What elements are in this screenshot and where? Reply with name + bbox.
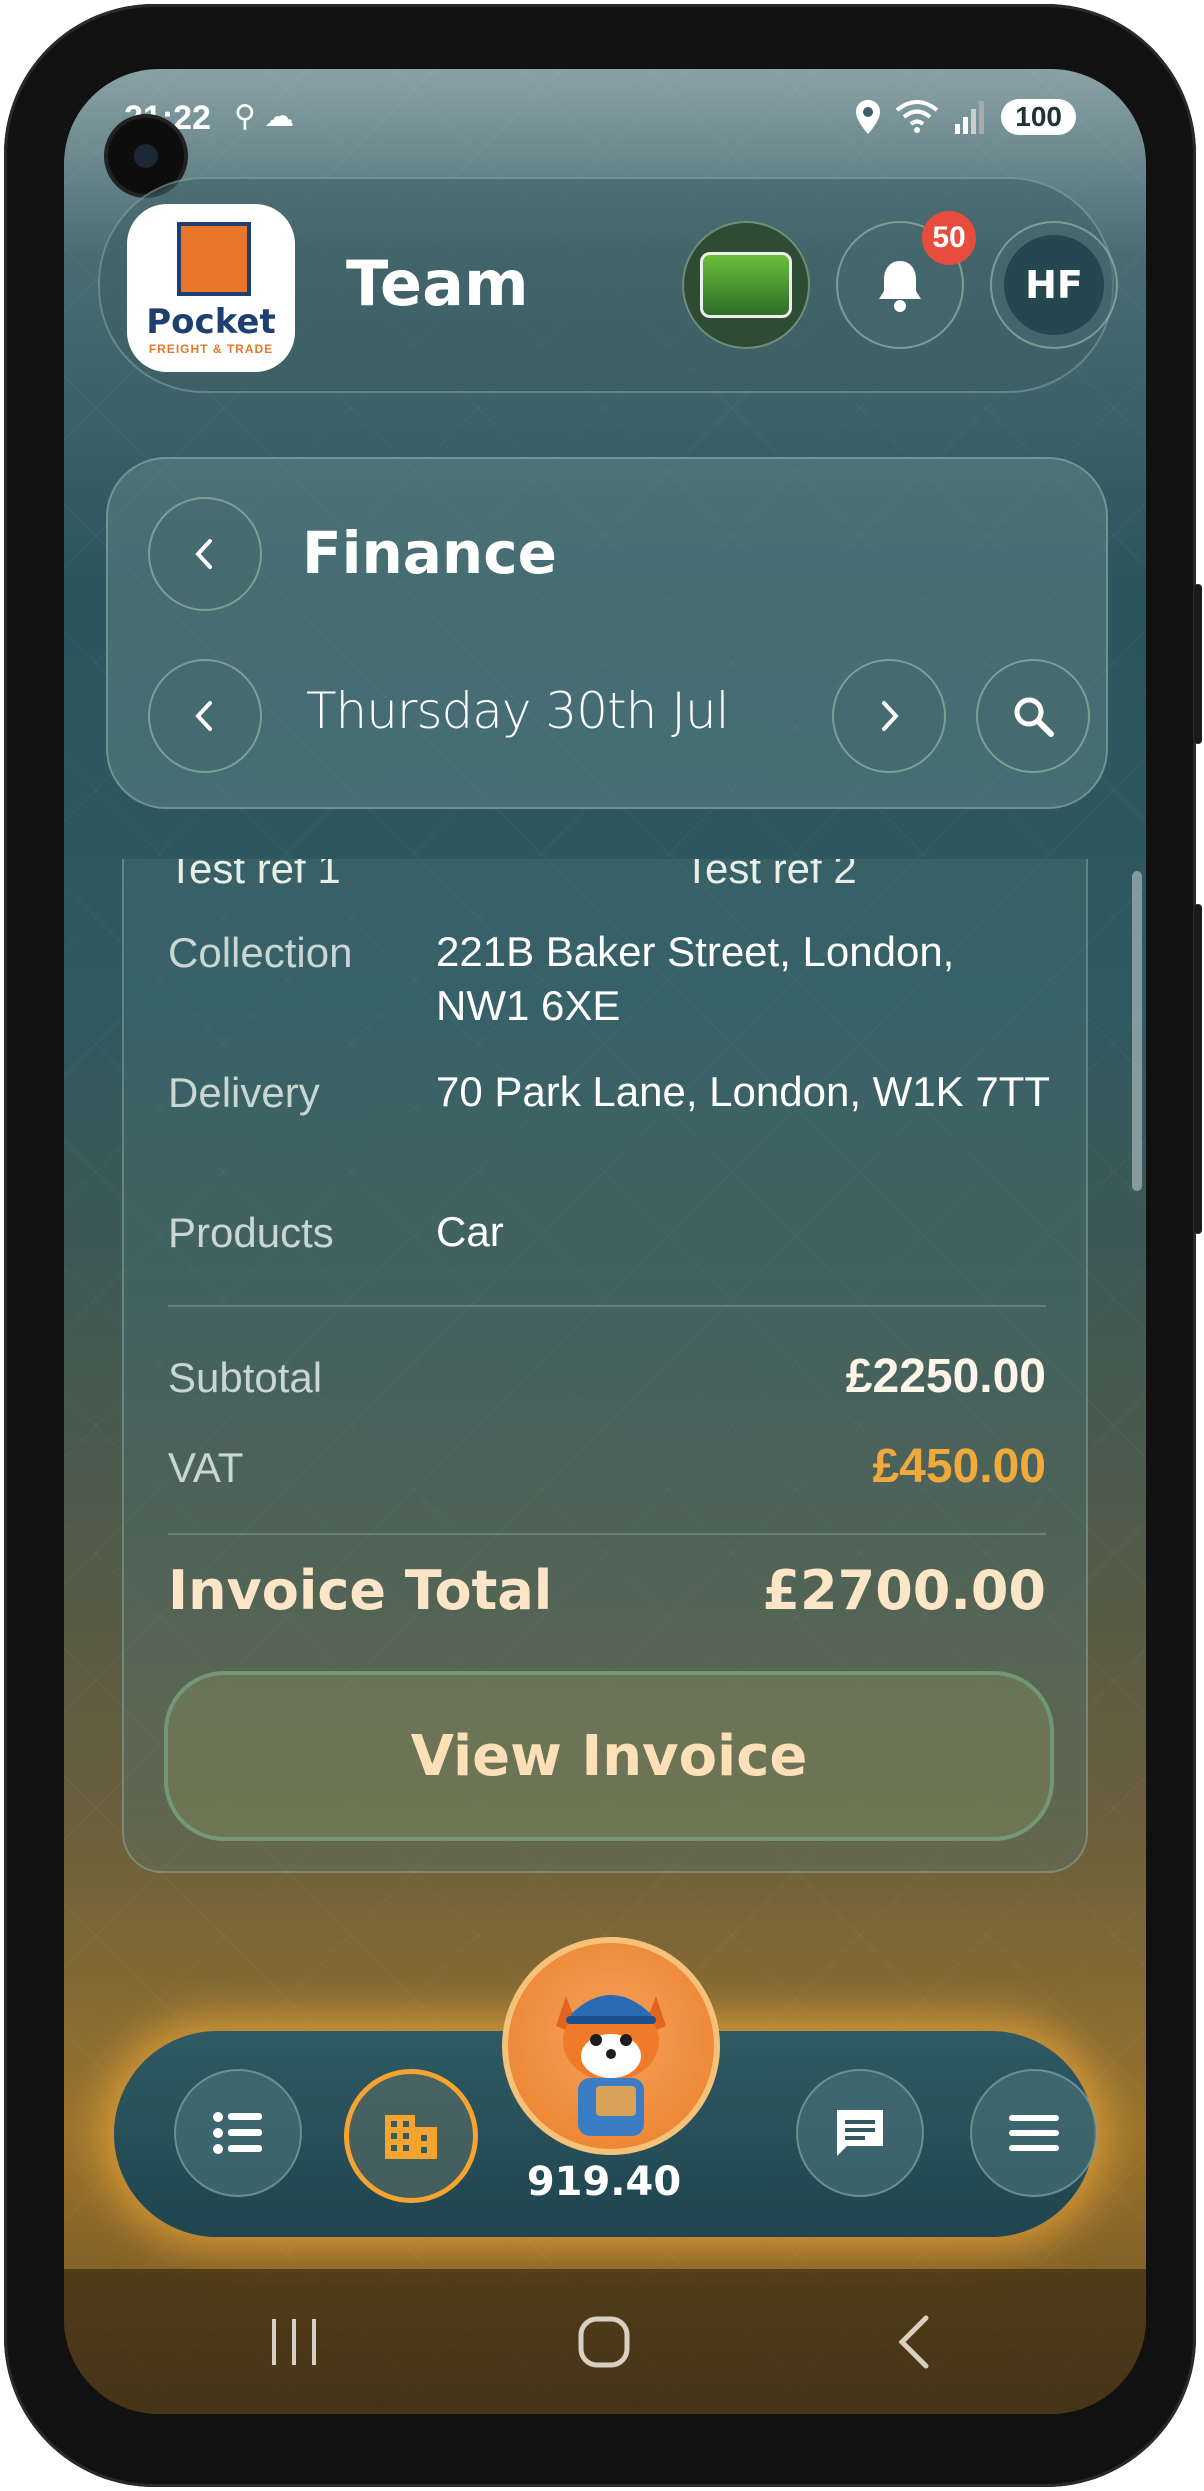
back-icon — [898, 2315, 929, 2368]
chevron-left-icon — [195, 701, 212, 731]
wifi-icon — [896, 100, 939, 133]
truck-icon — [700, 252, 792, 318]
company-avatar[interactable] — [682, 221, 810, 349]
divider — [168, 1533, 1046, 1535]
signal-icon — [955, 101, 985, 134]
location-icon — [856, 100, 881, 134]
back-nav-button[interactable] — [854, 2269, 974, 2414]
reference-2: Test ref 2 — [684, 859, 857, 892]
search-button[interactable] — [976, 659, 1090, 773]
finance-panel: Finance Thursday 30th Jul — [106, 457, 1108, 809]
bell-icon — [879, 261, 921, 312]
reference-1: Test ref 1 — [168, 859, 341, 892]
recent-apps-button[interactable] — [234, 2269, 354, 2414]
divider — [168, 1305, 1046, 1307]
nav-chat-button[interactable] — [796, 2069, 924, 2197]
vat-label: VAT — [168, 1444, 244, 1491]
phone-frame: 21:22 ⚲ ☁ 100 Pocket FREIGHT & TRADE Tea… — [4, 4, 1202, 2487]
list-icon — [213, 2112, 262, 2154]
mascot-button[interactable] — [502, 1937, 720, 2155]
usb-cloud-icons: ⚲ ☁ — [234, 100, 295, 133]
status-bar: 21:22 ⚲ ☁ 100 — [64, 91, 1146, 151]
menu-icon — [1009, 2115, 1059, 2151]
home-icon — [578, 2316, 630, 2367]
logo-cube-icon — [177, 222, 251, 296]
next-date-button[interactable] — [832, 659, 946, 773]
fox-mascot-icon — [556, 1995, 666, 2136]
nav-list-button[interactable] — [174, 2069, 302, 2197]
home-button[interactable] — [544, 2269, 664, 2414]
chevron-left-icon — [195, 539, 212, 569]
collection-address: 221B Baker Street, London, NW1 6XE — [436, 928, 955, 1029]
building-icon — [385, 2115, 437, 2159]
screen: 21:22 ⚲ ☁ 100 Pocket FREIGHT & TRADE Tea… — [64, 69, 1146, 2414]
volume-button — [1194, 584, 1202, 744]
view-invoice-button[interactable]: View Invoice — [164, 1671, 1054, 1841]
chat-icon — [837, 2110, 883, 2156]
logo-subtext: FREIGHT & TRADE — [148, 342, 274, 356]
user-initials: HF — [1004, 235, 1104, 335]
app-logo[interactable]: Pocket FREIGHT & TRADE — [127, 204, 295, 372]
section-title: Finance — [302, 519, 557, 587]
delivery-address: 70 Park Lane, London, W1K 7TT — [436, 1068, 1051, 1115]
balance-value: 919.40 — [526, 2159, 682, 2205]
invoice-total-label: Invoice Total — [168, 1559, 553, 1622]
subtotal-value: £2250.00 — [845, 1350, 1046, 1403]
search-icon — [1014, 697, 1054, 737]
prev-date-button[interactable] — [148, 659, 262, 773]
system-navigation-bar — [64, 2269, 1146, 2414]
delivery-label: Delivery — [168, 1069, 320, 1116]
page-title: Team — [346, 247, 529, 320]
battery-indicator: 100 — [1001, 99, 1076, 135]
nav-company-button[interactable] — [344, 2069, 478, 2203]
current-date[interactable]: Thursday 30th Jul — [306, 682, 730, 740]
top-header: Pocket FREIGHT & TRADE Team 50 HF — [98, 177, 1118, 393]
products-label: Products — [168, 1209, 334, 1256]
recents-icon — [272, 2318, 316, 2365]
logo-text: Pocket — [146, 302, 276, 342]
user-avatar-button[interactable]: HF — [990, 221, 1118, 349]
power-button — [1194, 904, 1202, 1234]
scrollbar[interactable] — [1132, 871, 1142, 1191]
nav-menu-button[interactable] — [970, 2069, 1098, 2197]
status-right: 100 — [855, 99, 1076, 135]
vat-value: £450.00 — [872, 1440, 1046, 1493]
collection-label: Collection — [168, 929, 353, 976]
invoice-total-value: £2700.00 — [762, 1559, 1046, 1622]
products-value: Car — [436, 1208, 504, 1255]
invoice-card: Test ref 1 Test ref 2 Collection 221B Ba… — [122, 859, 1088, 1873]
subtotal-label: Subtotal — [168, 1354, 323, 1401]
back-button[interactable] — [148, 497, 262, 611]
chevron-right-icon — [882, 701, 899, 731]
notification-badge: 50 — [922, 211, 976, 265]
